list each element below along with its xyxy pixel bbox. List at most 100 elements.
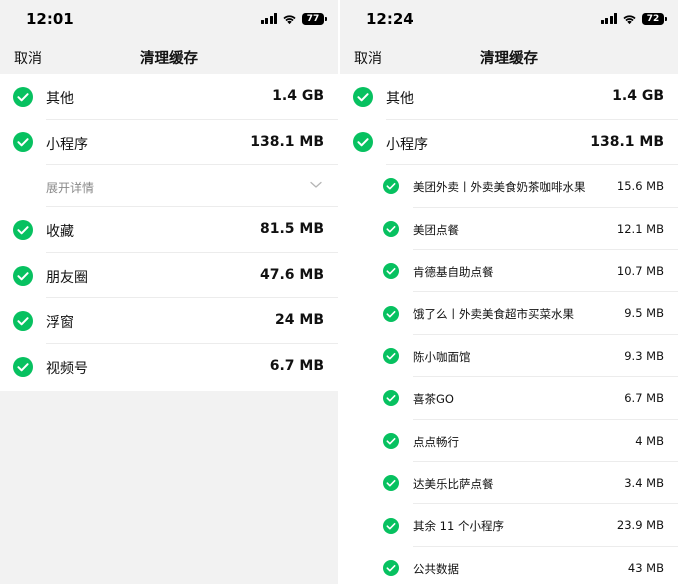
check-circle-icon[interactable] [13,356,33,377]
nav-bar: 取消 清理缓存 [0,36,338,74]
list-item[interactable]: 朋友圈 47.6 MB [0,253,338,299]
status-time: 12:01 [26,10,74,28]
item-size: 23.9 MB [616,518,664,533]
list-item[interactable]: 收藏 81.5 MB [0,207,338,253]
check-circle-icon[interactable] [383,559,399,576]
status-icons: 72 [600,12,667,25]
left-screen: 12:01 77 取消 清理缓存 其他 1.4 GB 小程序 138.1 MB … [0,0,338,584]
item-label: 美团外卖丨外卖美食奶茶咖啡水果 [413,180,586,195]
item-label: 收藏 [46,224,74,241]
check-circle-icon[interactable] [13,86,33,107]
item-size: 12.1 MB [616,221,664,236]
item-label: 公共数据 [413,561,459,576]
item-label: 美团点餐 [413,222,459,237]
cache-category-list: 其他 1.4 GB 小程序 138.1 MB 展开详情 收藏 81.5 MB 朋… [0,74,338,390]
cancel-button[interactable]: 取消 [354,48,382,68]
list-item[interactable]: 小程序 138.1 MB [340,120,678,166]
item-size: 9.3 MB [624,348,664,363]
list-item[interactable]: 公共数据 43 MB [340,547,678,584]
status-time: 12:24 [366,10,414,28]
item-label: 其他 [46,91,74,107]
expand-details-row[interactable]: 展开详情 [0,165,338,208]
page-title: 清理缓存 [140,51,198,67]
mini-program-detail-list: 美团外卖丨外卖美食奶茶咖啡水果 15.6 MB 美团点餐 12.1 MB 肯德基… [340,165,678,584]
check-circle-icon[interactable] [383,347,399,364]
item-size: 1.4 GB [612,88,664,104]
status-bar: 12:24 72 [340,0,678,36]
battery-icon: 72 [642,12,667,25]
check-circle-icon[interactable] [383,178,399,195]
item-label: 其他 [386,91,414,107]
item-label: 点点畅行 [413,434,459,449]
expand-details-label: 展开详情 [46,181,95,196]
battery-icon: 77 [302,12,327,25]
check-circle-icon[interactable] [13,219,33,240]
check-circle-icon[interactable] [353,132,373,153]
status-bar: 12:01 77 [0,0,338,36]
list-item[interactable]: 视频号 6.7 MB [0,344,338,390]
cache-category-list: 其他 1.4 GB 小程序 138.1 MB 美团外卖丨外卖美食奶茶咖啡水果 1… [340,74,678,584]
list-item[interactable]: 达美乐比萨点餐 3.4 MB [340,462,678,505]
wifi-icon [283,14,296,24]
cancel-button[interactable]: 取消 [14,48,42,68]
check-circle-icon[interactable] [383,475,399,492]
check-circle-icon[interactable] [383,305,399,322]
item-size: 6.7 MB [624,391,664,406]
item-label: 肯德基自助点餐 [413,264,494,279]
check-circle-icon[interactable] [383,390,399,407]
item-label: 朋友圈 [46,269,88,286]
item-size: 3.4 MB [624,475,664,490]
item-size: 1.4 GB [272,88,324,104]
item-size: 9.5 MB [624,306,664,321]
item-label: 视频号 [46,360,88,377]
nav-bar: 取消 清理缓存 [340,36,678,74]
item-size: 47.6 MB [259,266,324,283]
check-circle-icon[interactable] [13,265,33,286]
page-title: 清理缓存 [480,51,538,67]
chevron-down-icon [310,182,322,188]
list-item[interactable]: 点点畅行 4 MB [340,420,678,462]
check-circle-icon[interactable] [383,220,399,237]
list-item[interactable]: 陈小咖面馆 9.3 MB [340,335,678,378]
check-circle-icon[interactable] [383,263,399,280]
item-size: 24 MB [275,312,324,329]
item-size: 15.6 MB [616,179,664,194]
item-label: 小程序 [46,136,88,153]
check-circle-icon[interactable] [13,132,33,153]
cellular-signal-icon [600,13,617,24]
list-item[interactable]: 饿了么丨外卖美食超市买菜水果 9.5 MB [340,292,678,335]
list-item[interactable]: 美团外卖丨外卖美食奶茶咖啡水果 15.6 MB [340,165,678,208]
list-item[interactable]: 美团点餐 12.1 MB [340,208,678,250]
item-label: 喜茶GO [413,392,454,407]
list-item[interactable]: 小程序 138.1 MB [0,120,338,166]
check-circle-icon[interactable] [353,86,373,107]
item-size: 138.1 MB [590,133,664,150]
list-item[interactable]: 肯德基自助点餐 10.7 MB [340,250,678,293]
wifi-icon [623,14,636,24]
item-label: 其余 11 个小程序 [413,519,504,534]
list-item[interactable]: 其他 1.4 GB [340,74,678,120]
item-size: 4 MB [635,433,664,448]
screenshot-composite: 12:01 77 取消 清理缓存 其他 1.4 GB 小程序 138.1 MB … [0,0,678,584]
list-item[interactable]: 喜茶GO 6.7 MB [340,377,678,420]
item-label: 饿了么丨外卖美食超市买菜水果 [413,307,574,322]
item-size: 43 MB [627,560,664,575]
list-item[interactable]: 浮窗 24 MB [0,298,338,344]
check-circle-icon[interactable] [383,517,399,534]
right-screen: 12:24 72 取消 清理缓存 其他 1.4 GB 小程序 138.1 MB … [340,0,678,584]
item-size: 6.7 MB [269,357,324,374]
item-size: 81.5 MB [259,221,324,238]
status-icons: 77 [260,12,327,25]
item-size: 10.7 MB [616,263,664,278]
check-circle-icon[interactable] [383,432,399,449]
list-item[interactable]: 其他 1.4 GB [0,74,338,120]
list-item[interactable]: 其余 11 个小程序 23.9 MB [340,504,678,547]
item-label: 达美乐比萨点餐 [413,476,494,491]
check-circle-icon[interactable] [13,311,33,332]
item-label: 浮窗 [46,315,74,332]
item-size: 138.1 MB [250,133,324,150]
cellular-signal-icon [260,13,277,24]
item-label: 小程序 [386,136,428,153]
item-label: 陈小咖面馆 [413,349,471,364]
empty-area [0,391,338,584]
